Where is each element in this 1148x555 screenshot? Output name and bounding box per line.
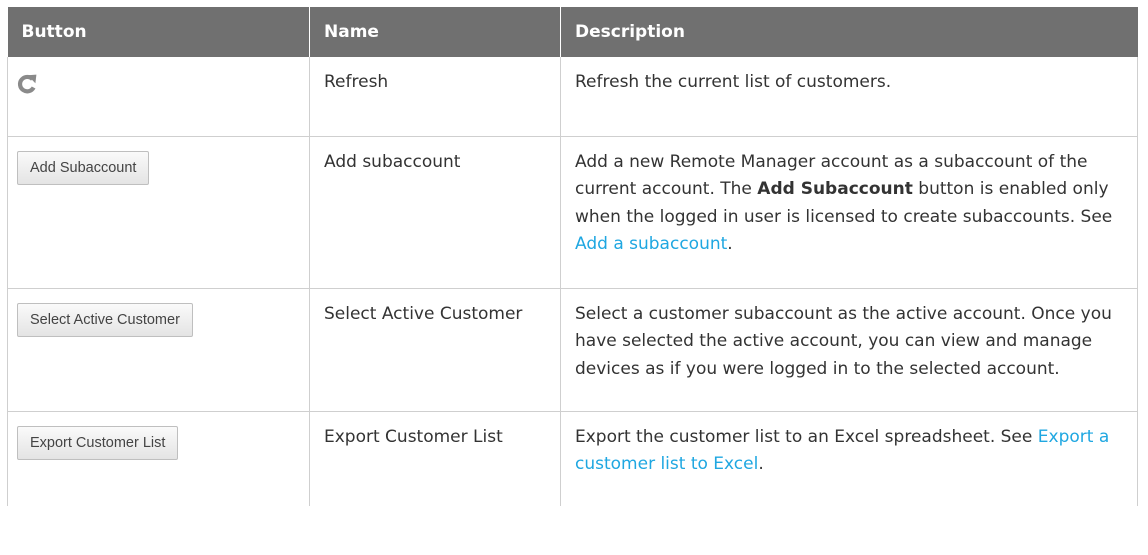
button-cell: Export Customer List [7,411,310,506]
description-cell: Refresh the current list of customers. [560,57,1138,137]
add-subaccount-link[interactable]: Add a subaccount [575,234,727,254]
table-row: Add Subaccount Add subaccount Add a new … [7,136,1138,289]
table-row: Export Customer List Export Customer Lis… [7,411,1138,506]
select-active-customer-button[interactable]: Select Active Customer [17,302,193,337]
header-description: Description [560,7,1138,57]
header-name: Name [309,7,561,57]
name-cell: Add subaccount [309,136,561,289]
table-row: Select Active Customer Select Active Cus… [7,288,1138,412]
button-cell: Add Subaccount [7,136,310,289]
description-text: Export the customer list to an Excel spr… [575,426,1038,447]
name-cell: Select Active Customer [309,288,561,412]
button-cell: Select Active Customer [7,288,310,412]
description-cell: Add a new Remote Manager account as a su… [560,136,1138,289]
table-row: Refresh Refresh the current list of cust… [7,57,1138,137]
name-cell: Export Customer List [309,411,561,506]
export-customer-list-button[interactable]: Export Customer List [17,425,179,460]
name-cell: Refresh [309,57,561,137]
add-subaccount-button[interactable]: Add Subaccount [17,150,150,185]
buttons-table: Button Name Description Refresh Refresh … [7,7,1138,506]
button-cell [7,57,310,137]
description-bold-text: Add Subaccount [757,179,913,199]
description-cell: Select a customer subaccount as the acti… [560,288,1138,412]
description-period: . [727,234,733,254]
table-header-row: Button Name Description [7,7,1138,57]
description-cell: Export the customer list to an Excel spr… [560,411,1138,506]
description-period: . [758,454,764,474]
header-button: Button [7,7,310,57]
refresh-icon[interactable] [17,73,37,105]
